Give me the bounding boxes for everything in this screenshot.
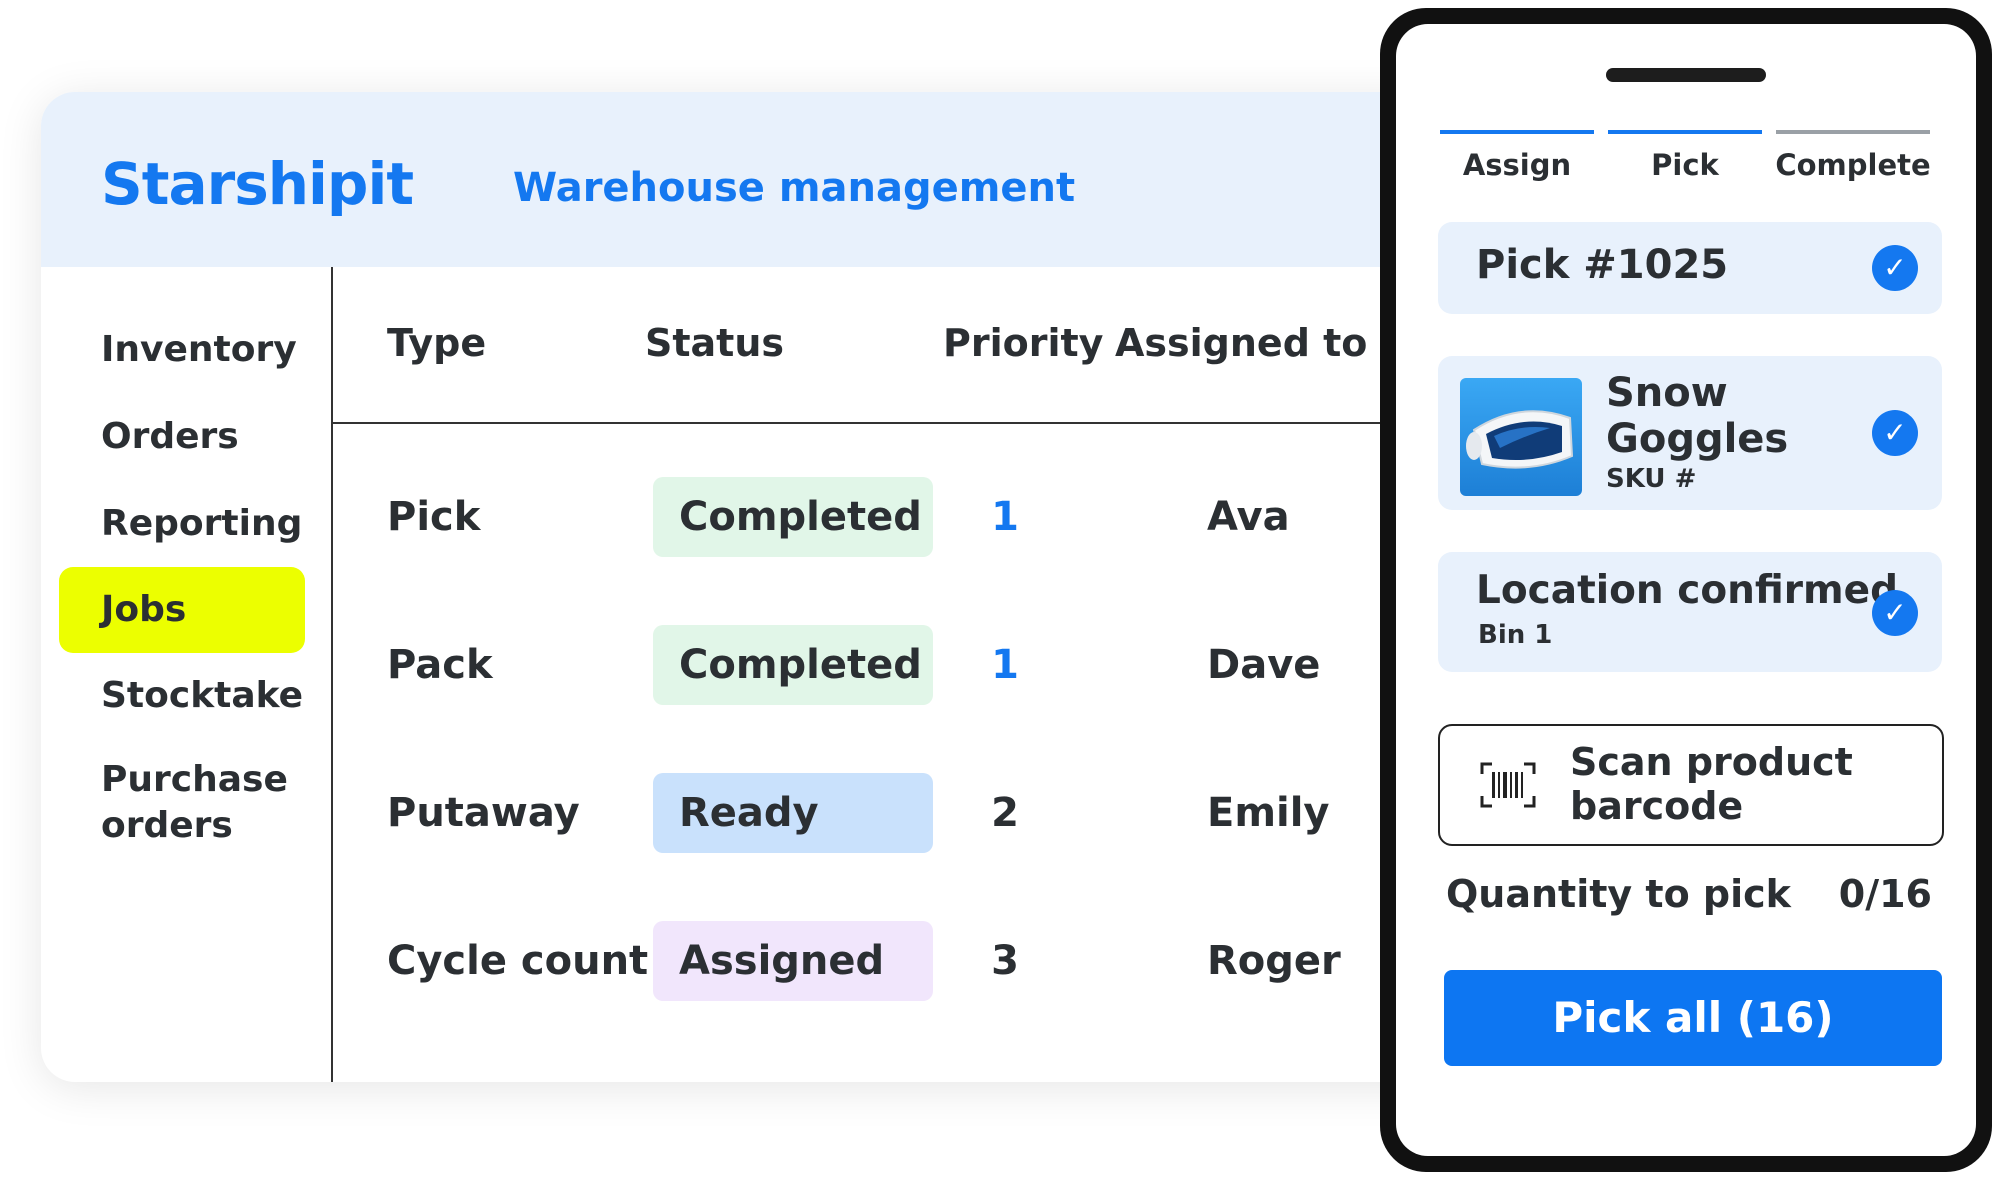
table-row[interactable]: Putaway Ready 2 Emily [333,768,1461,858]
check-icon: ✓ [1872,245,1918,291]
row-priority: 1 [991,642,1019,688]
row-assignee: Ava [1207,494,1290,540]
quantity-label: Quantity to pick [1446,872,1791,916]
sidebar-item-reporting[interactable]: Reporting [59,481,305,567]
step-pick[interactable]: Pick [1595,148,1775,182]
pick-title: Pick #1025 [1476,242,1729,288]
sidebar-item-inventory[interactable]: Inventory [59,307,305,393]
status-badge-label: Assigned [679,938,885,984]
status-badge: Ready [653,773,933,853]
row-type: Putaway [387,790,580,836]
row-priority: 3 [991,938,1019,984]
location-card[interactable]: Location confirmed Bin 1 ✓ [1438,552,1942,672]
column-header-type[interactable]: Type [387,321,486,365]
sidebar-item-purchase-orders[interactable]: Purchase orders [59,739,305,849]
row-assignee: Roger [1207,938,1341,984]
scan-barcode-button[interactable]: Scan product barcode [1438,724,1944,846]
status-badge: Completed [653,625,933,705]
brand-logo[interactable]: Starshipit [101,150,414,218]
product-name-line1: Snow [1606,370,1728,416]
status-badge-label: Ready [679,790,819,836]
desktop-app-window: Starshipit Warehouse management Inventor… [41,92,1461,1082]
column-header-priority[interactable]: Priority [943,321,1103,365]
pick-card[interactable]: Pick #1025 ✓ [1438,222,1942,314]
mobile-device: Assign Pick Complete Pick #1025 ✓ Snow G… [1380,8,1992,1172]
row-assignee: Emily [1207,790,1330,836]
product-image [1460,378,1582,496]
row-priority: 1 [991,494,1019,540]
table-row[interactable]: Pack Completed 1 Dave [333,620,1461,710]
sidebar-nav: Inventory Orders Reporting Jobs Stocktak… [41,267,333,1082]
table-row[interactable]: Pick Completed 1 Ava [333,472,1461,562]
row-assignee: Dave [1207,642,1321,688]
sidebar-item-jobs[interactable]: Jobs [59,567,305,653]
table-row[interactable]: Cycle count Assigned 3 Roger [333,916,1461,1006]
status-badge-label: Completed [679,642,922,688]
location-bin: Bin 1 [1478,620,1553,650]
check-icon: ✓ [1872,590,1918,636]
status-badge-label: Completed [679,494,922,540]
quantity-value: 0/16 [1838,872,1932,916]
app-header: Starshipit Warehouse management [41,92,1461,267]
sidebar-item-label: Orders [101,416,239,457]
scan-label-line1: Scan product [1570,740,1853,784]
row-priority: 2 [991,790,1019,836]
step-complete[interactable]: Complete [1763,148,1943,182]
row-type: Cycle count [387,938,649,984]
goggles-icon [1466,410,1574,469]
scan-label-line2: barcode [1570,784,1744,828]
mobile-screen: Assign Pick Complete Pick #1025 ✓ Snow G… [1396,24,1976,1156]
product-title: Warehouse management [513,165,1076,211]
row-type: Pack [387,642,493,688]
sidebar-item-stocktake[interactable]: Stocktake [59,653,305,739]
pick-all-button[interactable]: Pick all (16) [1444,970,1942,1066]
sidebar-item-orders[interactable]: Orders [59,394,305,480]
device-notch [1606,68,1766,82]
status-badge: Completed [653,477,933,557]
step-indicator-assign [1440,130,1594,134]
jobs-table-header: Type Status Priority Assigned to [333,267,1461,424]
product-name: Snow Goggles [1606,370,1788,462]
check-icon: ✓ [1872,410,1918,456]
column-header-status[interactable]: Status [645,321,784,365]
step-indicator-pick [1608,130,1762,134]
product-card[interactable]: Snow Goggles SKU # ✓ [1438,356,1942,510]
step-assign[interactable]: Assign [1427,148,1607,182]
product-sku: SKU # [1606,464,1697,494]
product-name-line2: Goggles [1606,416,1789,462]
sidebar-item-label: Purchase orders [101,759,288,846]
sidebar-item-label: Jobs [101,589,187,630]
scan-label: Scan product barcode [1570,740,1853,828]
sidebar-item-label: Stocktake [101,675,304,716]
sidebar-item-label: Reporting [101,503,303,544]
step-indicator-complete [1776,130,1930,134]
row-type: Pick [387,494,481,540]
column-header-assigned-to[interactable]: Assigned to [1115,321,1367,365]
barcode-icon [1480,762,1536,808]
location-title: Location confirmed [1476,568,1899,613]
status-badge: Assigned [653,921,933,1001]
sidebar-item-label: Inventory [101,329,297,370]
